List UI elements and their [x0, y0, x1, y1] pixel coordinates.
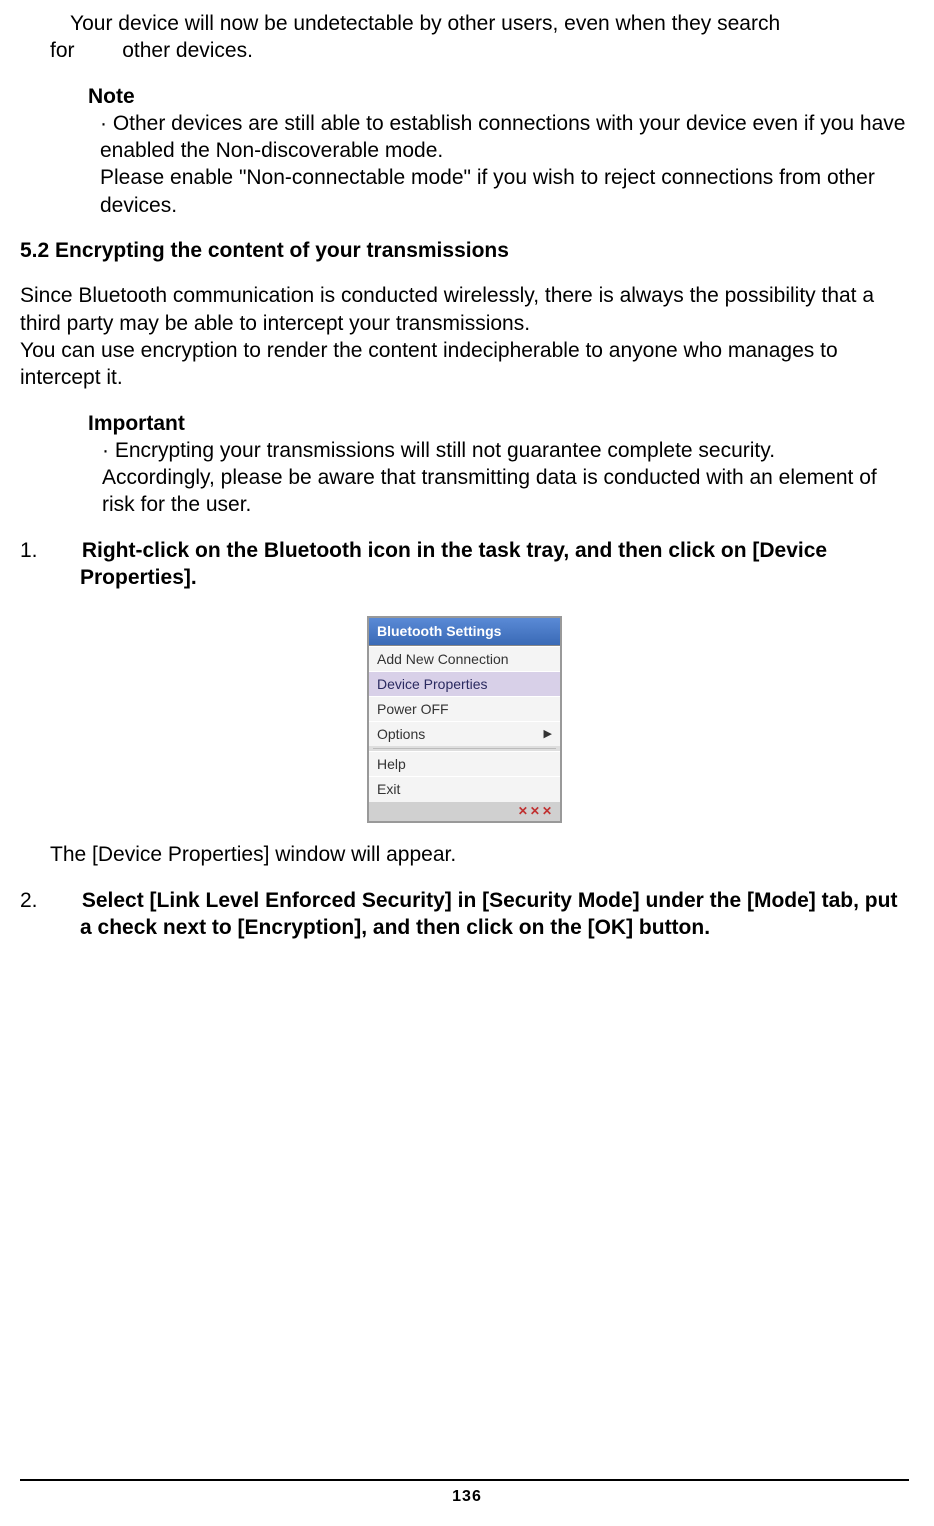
- note-cont-text: Please enable "Non-connectable mode" if …: [100, 166, 875, 216]
- body-paragraph-2: You can use encryption to render the con…: [20, 337, 909, 392]
- note-label: Note: [88, 83, 909, 110]
- step-1-text: Right-click on the Bluetooth icon in the…: [80, 539, 827, 589]
- intro-text: Your device will now be undetectable by …: [70, 12, 780, 35]
- note-bullet: · Other devices are still able to establ…: [88, 110, 909, 165]
- context-menu-figure: Bluetooth Settings Add New Connection De…: [367, 616, 562, 823]
- menu-divider: [373, 748, 556, 749]
- step-1-number: 1.: [50, 537, 76, 564]
- menu-item-device-properties[interactable]: Device Properties: [369, 671, 560, 696]
- intro-for: for: [50, 39, 75, 62]
- menu-item-add-connection[interactable]: Add New Connection: [369, 646, 560, 671]
- step-1-result: The [Device Properties] window will appe…: [20, 841, 909, 868]
- important-continuation: Accordingly, please be aware that transm…: [88, 464, 909, 519]
- menu-item-options-label: Options: [377, 725, 425, 743]
- body-paragraph-1: Since Bluetooth communication is conduct…: [20, 282, 909, 337]
- important-bullet: · Encrypting your transmissions will sti…: [88, 437, 909, 464]
- page-footer: 136: [0, 1479, 934, 1508]
- intro-post: other devices.: [122, 39, 253, 62]
- step-2: 2. Select [Link Level Enforced Security]…: [20, 887, 909, 942]
- note-bullet-text: · Other devices are still able to establ…: [100, 112, 905, 162]
- note-continuation: Please enable "Non-connectable mode" if …: [88, 164, 909, 219]
- page-number: 136: [0, 1487, 934, 1508]
- footer-rule: [20, 1479, 909, 1481]
- important-block: Important · Encrypting your transmission…: [20, 410, 909, 519]
- important-label: Important: [88, 410, 909, 437]
- menu-footer-decor: ✕✕✕: [369, 802, 560, 822]
- menu-title: Bluetooth Settings: [369, 618, 560, 645]
- important-bullet-text: · Encrypting your transmissions will sti…: [102, 439, 775, 462]
- menu-item-options[interactable]: Options ▶: [369, 721, 560, 746]
- intro-line1: Your device will now be undetectable by …: [70, 10, 909, 37]
- context-menu: Bluetooth Settings Add New Connection De…: [367, 616, 562, 823]
- important-cont-text: Accordingly, please be aware that transm…: [102, 466, 877, 516]
- note-block: Note · Other devices are still able to e…: [20, 83, 909, 219]
- step-2-text: Select [Link Level Enforced Security] in…: [80, 889, 897, 939]
- menu-item-exit[interactable]: Exit: [369, 776, 560, 801]
- step-2-number: 2.: [50, 887, 76, 914]
- menu-item-help[interactable]: Help: [369, 751, 560, 776]
- intro-line2: for other devices.: [20, 37, 909, 64]
- menu-item-power-off[interactable]: Power OFF: [369, 696, 560, 721]
- section-heading: 5.2 Encrypting the content of your trans…: [20, 237, 909, 264]
- intro-paragraph: Your device will now be undetectable by …: [20, 10, 909, 37]
- step-1: 1. Right-click on the Bluetooth icon in …: [20, 537, 909, 592]
- submenu-arrow-icon: ▶: [544, 727, 552, 741]
